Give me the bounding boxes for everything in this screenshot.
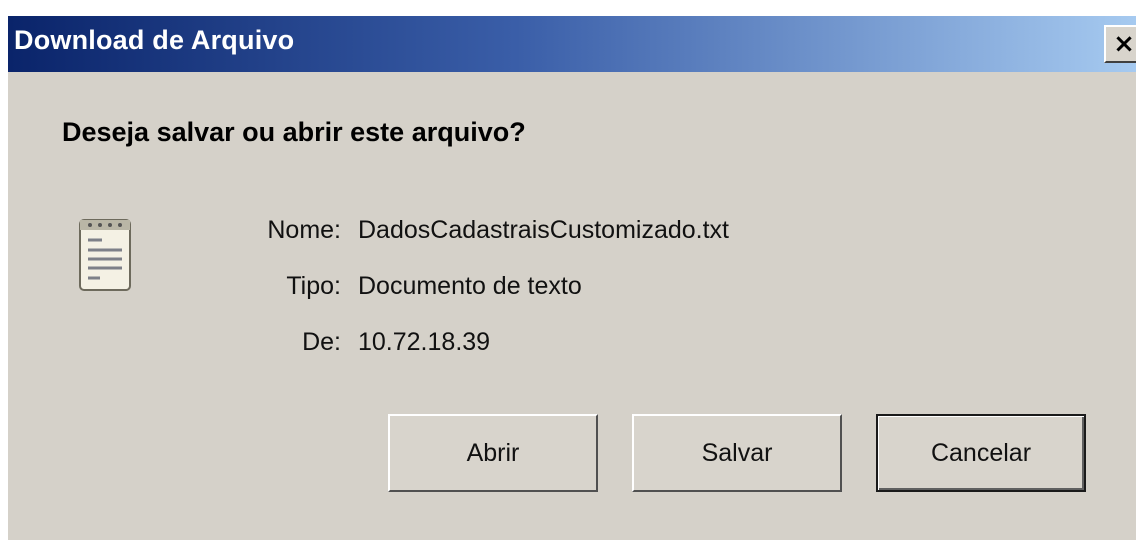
title-bar[interactable]: Download de Arquivo ×: [8, 16, 1136, 72]
save-button[interactable]: Salvar: [632, 414, 842, 492]
file-type-value: Documento de texto: [358, 272, 582, 300]
close-icon: ×: [1113, 29, 1135, 59]
file-type-label: Tipo:: [286, 272, 341, 300]
file-type-row: Tipo: Documento de texto: [8, 272, 1136, 304]
file-source-row: De: 10.72.18.39: [8, 328, 1136, 360]
dialog-title: Download de Arquivo: [14, 25, 295, 55]
question-text: Deseja salvar ou abrir este arquivo?: [62, 117, 526, 147]
cancel-button[interactable]: Cancelar: [876, 414, 1086, 492]
open-button[interactable]: Abrir: [388, 414, 598, 492]
file-name-row: Nome: DadosCadastraisCustomizado.txt: [8, 216, 1136, 248]
close-button[interactable]: ×: [1104, 25, 1136, 63]
file-source-label: De:: [302, 328, 341, 356]
download-dialog: Download de Arquivo × Deseja salvar ou a…: [8, 16, 1136, 540]
file-source-value: 10.72.18.39: [358, 328, 491, 356]
file-name-value: DadosCadastraisCustomizado.txt: [358, 216, 729, 244]
file-name-label: Nome:: [267, 216, 341, 244]
